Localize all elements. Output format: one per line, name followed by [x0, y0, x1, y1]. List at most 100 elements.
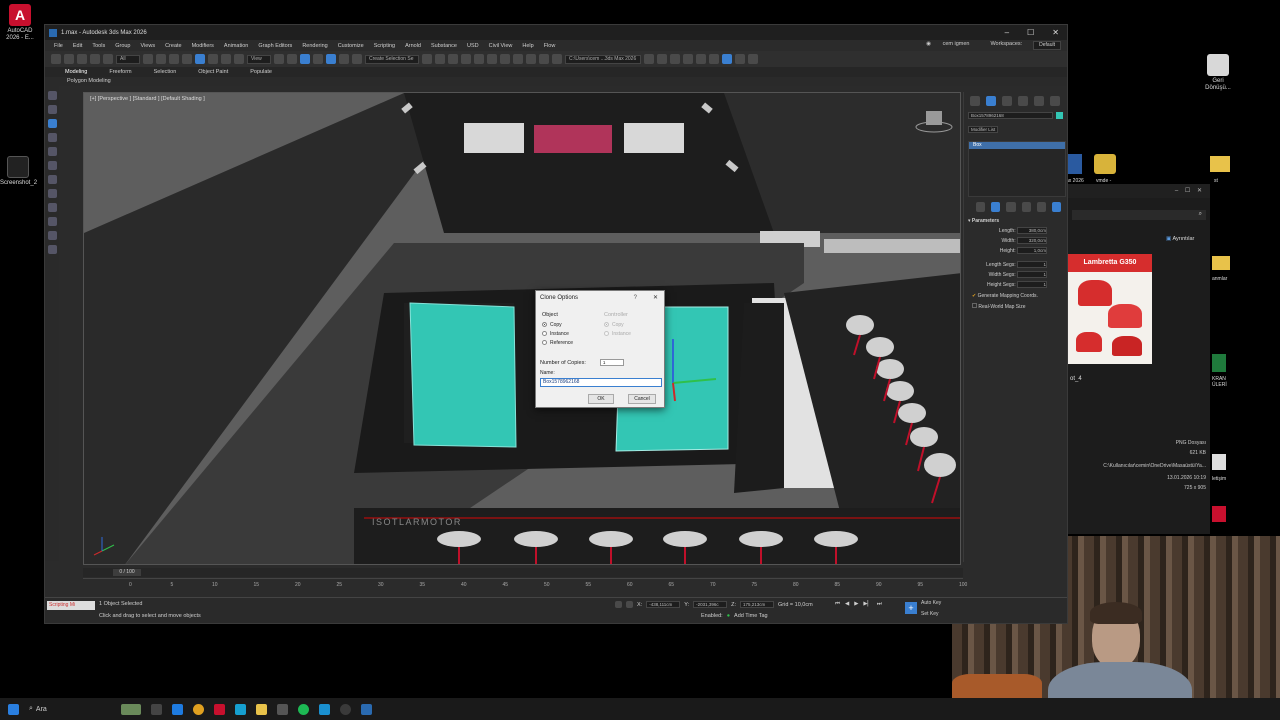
snaps-toggle-icon[interactable]: [300, 54, 310, 64]
transform-mode-icon[interactable]: [615, 601, 622, 608]
isolate-icon[interactable]: [47, 133, 57, 142]
pivot-icon[interactable]: [274, 54, 284, 64]
key-mode-icon[interactable]: +: [905, 602, 917, 614]
undo-icon[interactable]: [51, 54, 61, 64]
app-icon[interactable]: [276, 703, 288, 715]
menu-views[interactable]: Views: [136, 43, 161, 49]
menu-file[interactable]: File: [49, 43, 68, 49]
auto-key-button[interactable]: Auto Key: [921, 600, 941, 606]
desktop-icon-autocad[interactable]: A AutoCAD 2026 - E...: [2, 4, 38, 42]
details-toggle[interactable]: ▣ Ayrıntılar: [1166, 236, 1194, 242]
remove-modifier-icon[interactable]: [1021, 202, 1031, 212]
display-tab-icon[interactable]: [1034, 96, 1044, 106]
render-production-icon[interactable]: [552, 54, 562, 64]
go-to-start-icon[interactable]: ⏮: [835, 601, 840, 608]
edge-icon[interactable]: [171, 703, 183, 715]
pdf-file-icon[interactable]: [1212, 506, 1226, 522]
next-frame-icon[interactable]: ▶▏: [863, 601, 871, 608]
project-path-field[interactable]: C:\Users\cem ...3ds Max 2026: [565, 54, 641, 64]
settings-icon[interactable]: [735, 54, 745, 64]
spotify-icon[interactable]: [297, 703, 309, 715]
menu-create[interactable]: Create: [160, 43, 187, 49]
length-segs-input[interactable]: 1: [1017, 261, 1047, 268]
rotate-icon[interactable]: [208, 54, 218, 64]
cancel-button[interactable]: Cancel: [628, 394, 656, 404]
rectangular-selection-icon[interactable]: [169, 54, 179, 64]
workspaces-dropdown[interactable]: Default: [1033, 41, 1061, 50]
viewport-label[interactable]: [+] [Perspective ] [Standard ] [Default …: [90, 96, 205, 102]
menu-animation[interactable]: Animation: [219, 43, 253, 49]
spacewarps-icon[interactable]: [47, 231, 57, 240]
time-slider[interactable]: 0 / 100: [83, 568, 963, 577]
menu-customize[interactable]: Customize: [333, 43, 369, 49]
modify-tab-icon[interactable]: [986, 96, 996, 106]
maximize-button[interactable]: ☐: [1027, 28, 1034, 37]
timeline-ruler[interactable]: 0 5 10 15 20 25 30 35 40 45 50 55 60 65 70 75 80 85 90 95 10…: [83, 578, 967, 590]
move-icon[interactable]: [195, 54, 205, 64]
menu-graph-editors[interactable]: Graph Editors: [253, 43, 297, 49]
excel-file-icon[interactable]: [1212, 354, 1226, 372]
schematic-view-icon[interactable]: [500, 54, 510, 64]
link-icon[interactable]: [77, 54, 87, 64]
edit-named-selection-icon[interactable]: [352, 54, 362, 64]
menu-flow[interactable]: Flow: [539, 43, 561, 49]
taskbar-search[interactable]: ⌕ Ara: [29, 705, 47, 713]
light-icon[interactable]: [47, 175, 57, 184]
arnold-render-icon[interactable]: [696, 54, 706, 64]
tab-object-paint[interactable]: Object Paint: [198, 69, 228, 75]
hide-icon[interactable]: [47, 147, 57, 156]
menu-help[interactable]: Help: [517, 43, 538, 49]
height-input[interactable]: 1,0cm: [1017, 247, 1047, 254]
make-unique-icon[interactable]: [1006, 202, 1016, 212]
radio-copy[interactable]: Copy: [542, 320, 573, 329]
radio-controller-instance[interactable]: Instance: [604, 329, 631, 338]
tab-freeform[interactable]: Freeform: [109, 69, 131, 75]
telegram-icon[interactable]: [318, 703, 330, 715]
close-icon[interactable]: ✕: [653, 294, 658, 301]
explorer-search-bar[interactable]: ⌕: [1072, 210, 1206, 220]
align-icon[interactable]: [435, 54, 445, 64]
menu-usd[interactable]: USD: [462, 43, 484, 49]
active-shade-icon[interactable]: [722, 54, 732, 64]
menu-group[interactable]: Group: [110, 43, 135, 49]
length-input[interactable]: 380,0cm: [1017, 227, 1047, 234]
edge-dev-icon[interactable]: [234, 703, 246, 715]
name-input[interactable]: Box1578962168: [540, 378, 662, 387]
perspective-viewport[interactable]: ISOTLARMOTOR [+] [Perspective] [Standar…: [83, 92, 961, 565]
save-icon[interactable]: [657, 54, 667, 64]
set-key-button[interactable]: Set Key: [921, 611, 939, 617]
radio-reference[interactable]: Reference: [542, 338, 573, 347]
parameters-rollout-header[interactable]: ▾ Parameters: [968, 218, 1063, 224]
hierarchy-tab-icon[interactable]: [1002, 96, 1012, 106]
max-shortcut-icon[interactable]: [1068, 154, 1082, 174]
menu-scripting[interactable]: Scripting: [369, 43, 400, 49]
task-view-icon[interactable]: [150, 703, 162, 715]
named-selection-sets-dropdown[interactable]: Create Selection Se: [365, 54, 419, 64]
scale-icon[interactable]: [221, 54, 231, 64]
radio-instance[interactable]: Instance: [542, 329, 573, 338]
menu-tools[interactable]: Tools: [87, 43, 110, 49]
copies-spinner[interactable]: 1: [599, 359, 624, 366]
ribbon-sub-label[interactable]: Polygon Modeling: [45, 77, 1067, 86]
modifier-list-dropdown[interactable]: Modifier List: [968, 126, 998, 134]
minimize-button[interactable]: –: [1005, 28, 1009, 37]
play-icon[interactable]: ▶: [854, 601, 858, 608]
file-explorer-icon[interactable]: [255, 703, 267, 715]
modifier-stack-item[interactable]: Box: [969, 142, 1065, 149]
curve-editor-icon[interactable]: [487, 54, 497, 64]
generate-mapping-checkbox[interactable]: ✔ Generate Mapping Coords.: [972, 293, 1067, 303]
go-to-end-icon[interactable]: ⏭: [877, 601, 882, 608]
tab-populate[interactable]: Populate: [250, 69, 272, 75]
previous-frame-icon[interactable]: ◀: [845, 601, 849, 608]
layer-explorer-icon[interactable]: [461, 54, 471, 64]
create-icon[interactable]: [47, 105, 57, 114]
menu-substance[interactable]: Substance: [426, 43, 462, 49]
document-file-icon[interactable]: [1212, 454, 1226, 470]
object-name-field[interactable]: Box1578962168: [968, 112, 1054, 119]
3dsmax-taskbar-icon[interactable]: [360, 703, 372, 715]
help-icon[interactable]: ?: [634, 295, 637, 301]
mirror-icon[interactable]: [422, 54, 432, 64]
configure-modifier-sets-icon[interactable]: [1051, 202, 1062, 212]
autocad-taskbar-icon[interactable]: [213, 703, 225, 715]
project-folder-icon[interactable]: [644, 54, 654, 64]
